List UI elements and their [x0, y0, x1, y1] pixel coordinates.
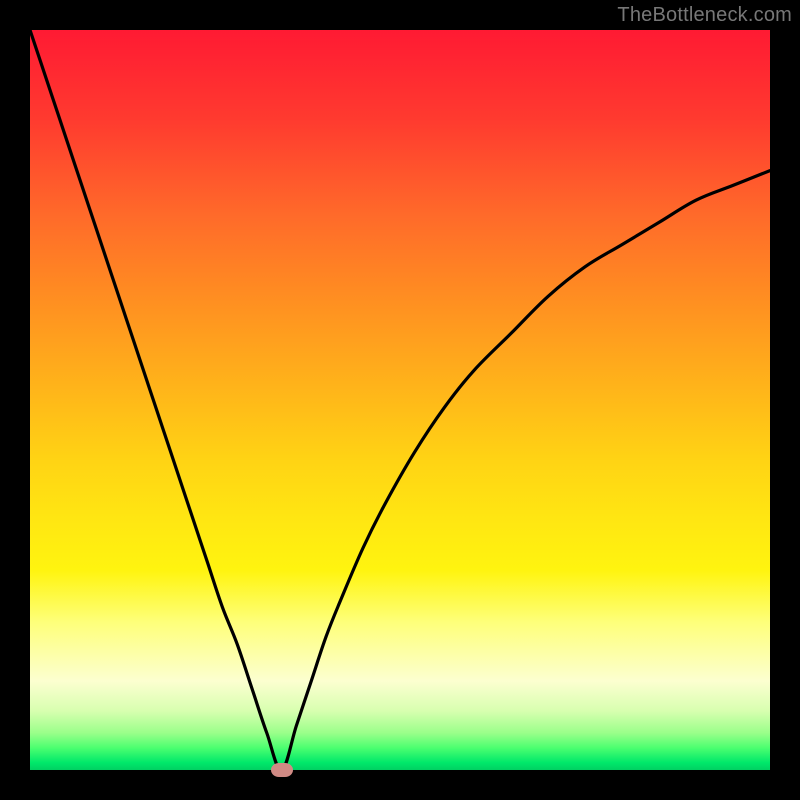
minimum-marker: [271, 763, 293, 777]
chart-frame: TheBottleneck.com: [0, 0, 800, 800]
watermark-text: TheBottleneck.com: [617, 4, 792, 27]
chart-plot-area: [30, 30, 770, 770]
bottleneck-curve: [30, 30, 770, 770]
